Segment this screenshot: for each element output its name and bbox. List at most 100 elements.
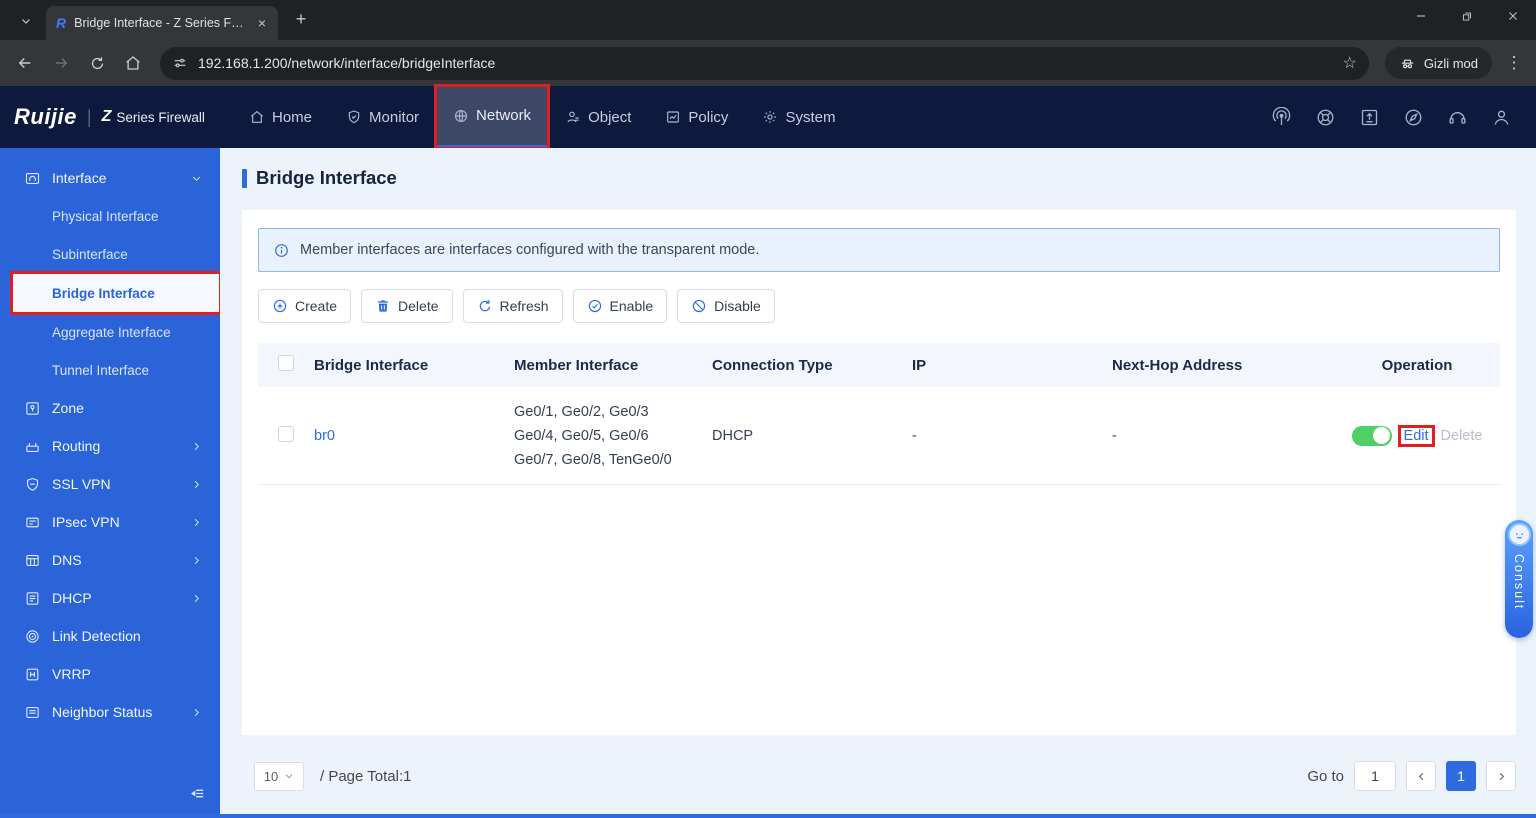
bookmark-star-icon[interactable]: ☆ <box>1342 53 1356 73</box>
refresh-button[interactable]: Refresh <box>462 289 563 323</box>
interface-icon <box>24 170 41 187</box>
next-page-button[interactable] <box>1486 761 1516 791</box>
incognito-icon <box>1399 55 1416 72</box>
chevron-right-icon <box>191 517 202 528</box>
browser-menu-button[interactable]: ⋮ <box>1502 53 1526 73</box>
sidebar-item-label: Tunnel Interface <box>52 362 150 378</box>
chevron-down-icon <box>20 15 32 27</box>
tab-close-icon[interactable]: × <box>254 15 270 31</box>
content-panel: Member interfaces are interfaces configu… <box>242 210 1516 735</box>
ipsec-vpn-icon <box>24 514 41 531</box>
delete-button[interactable]: Delete <box>361 289 453 323</box>
browser-tab-strip: R Bridge Interface - Z Series Firew × + <box>0 0 1536 40</box>
address-bar[interactable]: 192.168.1.200/network/interface/bridgeIn… <box>160 46 1369 80</box>
col-header-operation: Operation <box>1381 356 1453 374</box>
sidebar-item-ipsec-vpn[interactable]: IPsec VPN <box>0 503 220 541</box>
sidebar-item-ssl-vpn[interactable]: SSL VPN <box>0 465 220 503</box>
upload-icon[interactable] <box>1359 107 1380 128</box>
sidebar-item-aggregate-interface[interactable]: Aggregate Interface <box>0 313 220 351</box>
sidebar-item-dhcp[interactable]: DHCP <box>0 579 220 617</box>
sidebar-item-neighbor-status[interactable]: Neighbor Status <box>0 693 220 731</box>
sidebar-item-label: SSL VPN <box>52 476 111 492</box>
check-circle-icon <box>587 298 603 314</box>
lifebuoy-icon[interactable] <box>1315 107 1336 128</box>
sidebar-item-bridge-interface[interactable]: Bridge Interface <box>10 271 222 315</box>
sidebar-item-dns[interactable]: DNS <box>0 541 220 579</box>
sidebar-collapse-button[interactable] <box>189 785 206 807</box>
row-delete-link: Delete <box>1440 427 1483 444</box>
headset-icon[interactable] <box>1447 107 1468 128</box>
network-globe-icon <box>453 108 469 124</box>
zone-icon <box>24 400 41 417</box>
window-minimize-button[interactable] <box>1398 0 1444 32</box>
nav-network[interactable]: Network <box>434 84 551 150</box>
nav-system[interactable]: System <box>745 86 852 148</box>
forward-button[interactable] <box>46 48 76 78</box>
sidebar-item-tunnel-interface[interactable]: Tunnel Interface <box>0 351 220 389</box>
prev-page-button[interactable] <box>1406 761 1436 791</box>
sidebar-item-label: Aggregate Interface <box>52 324 171 340</box>
sidebar-item-label: IPsec VPN <box>52 514 120 530</box>
disable-button-label: Disable <box>714 298 761 314</box>
nav-object-label: Object <box>588 108 632 126</box>
sidebar-item-interface[interactable]: Interface <box>0 159 220 197</box>
collapse-icon <box>189 785 206 802</box>
chevron-right-icon <box>191 707 202 718</box>
home-button[interactable] <box>118 48 148 78</box>
browser-tab[interactable]: R Bridge Interface - Z Series Firew × <box>46 6 278 40</box>
connection-type-cell: DHCP <box>712 427 754 444</box>
browser-url-bar: 192.168.1.200/network/interface/bridgeIn… <box>0 40 1536 86</box>
nav-policy[interactable]: Policy <box>648 86 745 148</box>
nav-object[interactable]: Object <box>548 86 648 148</box>
brand-product: Series Firewall <box>116 109 205 125</box>
new-tab-button[interactable]: + <box>288 6 314 32</box>
pagination: 10 / Page Total:1 Go to 1 <box>254 761 1516 791</box>
goto-page-input[interactable] <box>1354 761 1396 791</box>
url-text[interactable]: 192.168.1.200/network/interface/bridgeIn… <box>198 55 1332 71</box>
user-icon[interactable] <box>1491 107 1512 128</box>
ban-circle-icon <box>691 298 707 314</box>
disable-button[interactable]: Disable <box>677 289 775 323</box>
bridge-name-link[interactable]: br0 <box>314 428 335 444</box>
sidebar-item-label: VRRP <box>52 666 91 682</box>
tab-search-button[interactable] <box>12 7 40 35</box>
window-close-button[interactable] <box>1490 0 1536 32</box>
sidebar-item-subinterface[interactable]: Subinterface <box>0 235 220 273</box>
sidebar-item-link-detection[interactable]: Link Detection <box>0 617 220 655</box>
enable-button[interactable]: Enable <box>572 289 668 323</box>
table-row: br0 Ge0/1, Ge0/2, Ge0/3 Ge0/4, Ge0/5, Ge… <box>258 387 1500 485</box>
sidebar-item-physical-interface[interactable]: Physical Interface <box>0 197 220 235</box>
site-settings-icon[interactable] <box>172 55 188 71</box>
edit-link[interactable]: Edit <box>1397 424 1435 447</box>
info-banner: Member interfaces are interfaces configu… <box>258 228 1500 272</box>
sidebar-item-vrrp[interactable]: VRRP <box>0 655 220 693</box>
sidebar-item-label: DNS <box>52 552 82 568</box>
reload-button[interactable] <box>82 48 112 78</box>
sidebar-item-routing[interactable]: Routing <box>0 427 220 465</box>
create-button-label: Create <box>295 298 338 314</box>
member-line: Ge0/7, Ge0/8, TenGe0/0 <box>514 451 672 468</box>
compass-icon[interactable] <box>1403 107 1424 128</box>
main-nav: Home Monitor Network Object Policy Syste… <box>232 84 852 150</box>
sidebar-item-label: Subinterface <box>52 246 128 262</box>
status-toggle[interactable] <box>1351 425 1392 446</box>
chevron-right-icon <box>191 555 202 566</box>
current-page-button[interactable]: 1 <box>1446 761 1476 791</box>
info-icon <box>273 242 290 259</box>
page-size-select[interactable]: 10 <box>254 761 304 791</box>
nav-home[interactable]: Home <box>232 86 329 148</box>
select-all-checkbox[interactable] <box>278 355 294 371</box>
col-header-member-interface: Member Interface <box>514 356 639 374</box>
trash-icon <box>375 298 391 314</box>
nav-monitor[interactable]: Monitor <box>329 86 436 148</box>
sidebar-item-label: Link Detection <box>52 628 141 644</box>
back-button[interactable] <box>10 48 40 78</box>
sidebar-item-zone[interactable]: Zone <box>0 389 220 427</box>
row-checkbox[interactable] <box>278 425 294 442</box>
object-person-icon <box>565 109 581 125</box>
window-restore-button[interactable] <box>1444 0 1490 32</box>
consult-widget[interactable]: Consult <box>1505 520 1533 638</box>
broadcast-icon[interactable] <box>1271 106 1292 128</box>
create-button[interactable]: Create <box>258 289 352 323</box>
page-total-label: / Page Total:1 <box>320 767 412 785</box>
